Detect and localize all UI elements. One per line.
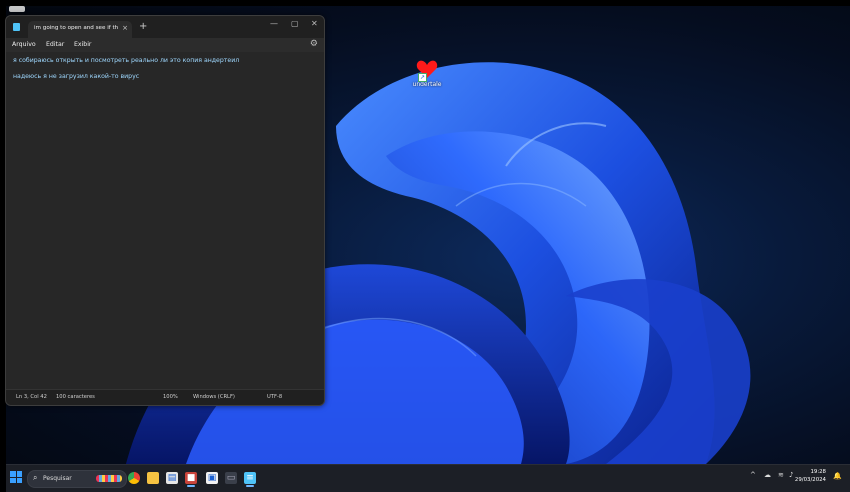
undertale-app-icon: ■ bbox=[185, 472, 197, 484]
tab-close-icon[interactable]: × bbox=[122, 24, 128, 32]
task-view-icon: ▭ bbox=[225, 472, 237, 484]
folder-icon bbox=[147, 472, 159, 484]
menu-bar: Arquivo Editar Exibir ⚙ bbox=[6, 38, 324, 52]
clock[interactable]: 19:28 29/03/2024 bbox=[795, 468, 826, 484]
character-count: 100 caracteres bbox=[56, 394, 95, 400]
taskbar-store[interactable]: ▣ bbox=[203, 469, 221, 487]
notepad-icon: ≡ bbox=[244, 472, 256, 484]
desktop-icon-label: undertale bbox=[412, 81, 442, 88]
store-bag-icon: ▣ bbox=[206, 472, 218, 484]
taskbar-notepad-app[interactable]: ▤ bbox=[163, 469, 181, 487]
tab-title: im going to open and see if this is bbox=[34, 25, 118, 31]
cloud-icon[interactable]: ☁ bbox=[764, 471, 771, 479]
desktop-icon-undertale[interactable]: ↗ undertale bbox=[410, 58, 444, 88]
minimize-button[interactable]: — bbox=[270, 19, 278, 28]
text-editor[interactable]: я собираюсь открыть и посмотреть реально… bbox=[6, 52, 324, 390]
close-button[interactable]: ✕ bbox=[311, 19, 318, 28]
taskbar: ⌕ Pesquisar ▤ ■ ▣ ▭ ≡ ^ ☁ ≋ ♪ 19:28 29/0… bbox=[6, 464, 850, 492]
volume-icon[interactable]: ♪ bbox=[789, 471, 793, 479]
notepad-app-icon bbox=[13, 23, 20, 31]
start-button[interactable] bbox=[10, 471, 22, 483]
document-icon: ▤ bbox=[166, 472, 178, 484]
cursor-position: Ln 3, Col 42 bbox=[16, 394, 47, 400]
taskbar-file-explorer[interactable] bbox=[144, 469, 162, 487]
clock-time: 19:28 bbox=[810, 469, 826, 475]
menu-edit[interactable]: Editar bbox=[46, 41, 64, 48]
taskbar-task-view[interactable]: ▭ bbox=[222, 469, 240, 487]
shortcut-arrow-icon: ↗ bbox=[418, 73, 427, 82]
active-indicator bbox=[187, 485, 195, 487]
chevron-up-icon[interactable]: ^ bbox=[750, 471, 756, 479]
search-box[interactable]: ⌕ Pesquisar bbox=[27, 470, 127, 488]
search-highlight-icon bbox=[96, 475, 122, 482]
windows-logo-icon bbox=[10, 471, 16, 477]
maximize-button[interactable]: ▢ bbox=[291, 19, 299, 28]
notepad-window[interactable]: im going to open and see if this is × + … bbox=[5, 15, 325, 406]
active-indicator bbox=[246, 485, 254, 487]
search-placeholder: Pesquisar bbox=[43, 475, 72, 482]
new-tab-button[interactable]: + bbox=[139, 21, 147, 33]
line-ending[interactable]: Windows (CRLF) bbox=[193, 394, 235, 400]
search-icon: ⌕ bbox=[33, 473, 38, 482]
menu-view[interactable]: Exibir bbox=[74, 41, 91, 48]
status-bar: Ln 3, Col 42 100 caracteres 100% Windows… bbox=[6, 389, 324, 405]
chrome-icon bbox=[128, 472, 140, 484]
tab-document[interactable]: im going to open and see if this is × bbox=[28, 21, 132, 38]
menu-file[interactable]: Arquivo bbox=[12, 41, 36, 48]
zoom-level[interactable]: 100% bbox=[163, 394, 178, 400]
clock-date: 29/03/2024 bbox=[794, 477, 826, 483]
wifi-icon[interactable]: ≋ bbox=[778, 471, 784, 479]
taskbar-chrome[interactable] bbox=[125, 469, 143, 487]
title-bar[interactable]: im going to open and see if this is × + … bbox=[6, 16, 324, 38]
text-line: надеюсь я не загрузил какой-то вирус bbox=[13, 73, 140, 80]
taskbar-notepad[interactable]: ≡ bbox=[241, 469, 259, 487]
taskbar-undertale[interactable]: ■ bbox=[182, 469, 200, 487]
text-line: я собираюсь открыть и посмотреть реально… bbox=[13, 57, 240, 64]
gear-icon[interactable]: ⚙ bbox=[310, 39, 318, 49]
notification-bell-icon[interactable]: 🔔 bbox=[833, 472, 842, 480]
encoding[interactable]: UTF-8 bbox=[267, 394, 282, 400]
